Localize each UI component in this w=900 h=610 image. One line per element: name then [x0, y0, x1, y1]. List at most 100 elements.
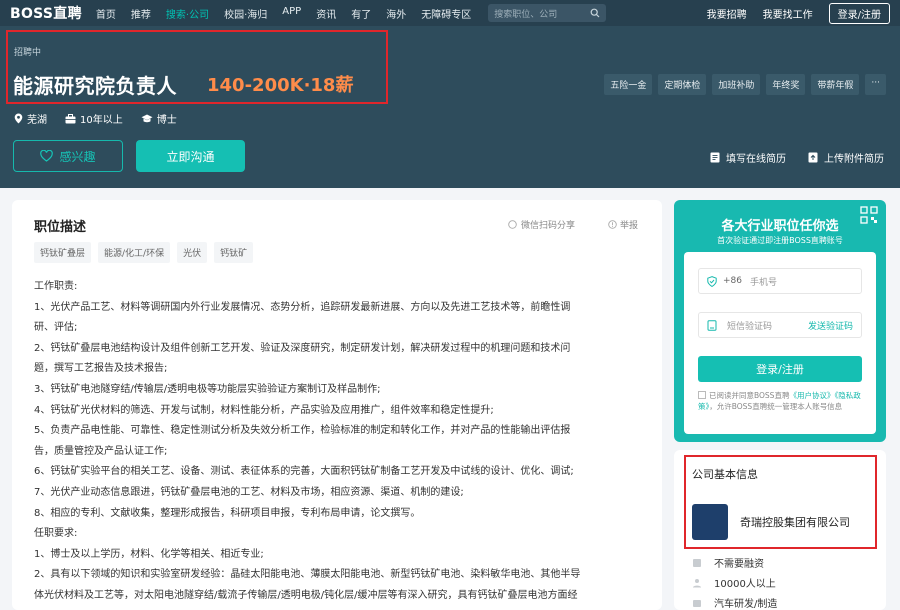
- size-text: 10000人以上: [714, 579, 776, 590]
- nav-item-search-company[interactable]: 搜索·公司: [166, 6, 209, 21]
- description-line: 研、评估;: [34, 322, 78, 334]
- job-meta: 芜湖 10年以上 博士: [14, 111, 195, 126]
- experience-text: 10年以上: [80, 115, 123, 126]
- nav-item-youle[interactable]: 有了: [351, 6, 371, 21]
- nav-item-overseas[interactable]: 海外: [386, 6, 406, 21]
- agree-checkbox[interactable]: [698, 391, 706, 399]
- shield-icon: [707, 275, 717, 287]
- sms-code-icon: [707, 319, 717, 331]
- description-line: 体光伏材料及工艺等，对太阳电池隧穿结/载流子传输层/透明电极/钝化层/缓冲层等有…: [34, 589, 578, 601]
- agreement-text: 已阅读并同意BOSS直聘《用户协议》《隐私政策》，允许BOSS直聘统一管理本人账…: [698, 390, 866, 412]
- login-register-button[interactable]: 登录/注册: [828, 2, 890, 24]
- description-line: 8、相应的专利、文献收集，整理形成报告，科研项目申报，专利布局申请，论文撰写。: [34, 507, 421, 519]
- benefit-tag: 五险一金: [604, 74, 653, 95]
- nav-item-home[interactable]: 首页: [96, 6, 116, 21]
- description-line: 2、具有以下领域的知识和实验室研发经验：晶硅太阳能电池、薄膜太阳能电池、新型钙钛…: [34, 569, 581, 581]
- search-icon[interactable]: [590, 8, 600, 18]
- graduation-cap-icon: [141, 114, 153, 122]
- company-size: 10000人以上: [692, 575, 776, 590]
- benefit-tag: 定期体检: [658, 74, 707, 95]
- phone-placeholder: 手机号: [750, 277, 778, 288]
- degree-text: 博士: [156, 115, 177, 126]
- people-icon: [693, 578, 701, 587]
- heart-icon: [40, 150, 54, 162]
- interested-button[interactable]: 感兴趣: [13, 140, 123, 172]
- description-line: 1、光伏产品工艺、材料等调研国内外行业发展情况、态势分析，追踪研发最新进展、方向…: [34, 301, 571, 313]
- login-form: +86 手机号 短信验证码 发送验证码 登录/注册 已阅读并同意BOSS直聘《用…: [684, 252, 876, 434]
- job-description-card: 职位描述 微信扫码分享 举报 钙钛矿叠层 能源/化工/环保 光伏 钙钛矿 工作职…: [12, 200, 662, 610]
- site-logo[interactable]: BOSS直聘: [10, 3, 82, 23]
- highlight-box-title: [6, 30, 388, 104]
- description-line: 告，质量管控及产品认证工作;: [34, 445, 168, 457]
- keyword-tag: 能源/化工/环保: [98, 242, 171, 263]
- resume-links: 填写在线简历 上传附件简历: [688, 150, 884, 165]
- briefcase-icon: [65, 113, 76, 123]
- recruit-link[interactable]: 我要招聘: [707, 6, 747, 21]
- search-input[interactable]: 搜索职位、公司: [488, 4, 607, 22]
- location-text: 芜湖: [27, 115, 47, 126]
- upload-resume-label: 上传附件简历: [824, 154, 884, 165]
- report-icon: [608, 220, 617, 229]
- upload-attachment-resume-link[interactable]: 上传附件简历: [808, 150, 884, 165]
- description-line: 任职要求:: [34, 528, 78, 540]
- job-degree: 博士: [141, 111, 177, 126]
- description-line: 1、博士及以上学历，材料、化学等相关、相近专业;: [34, 548, 264, 560]
- financing-icon: [693, 558, 701, 567]
- user-agreement-link[interactable]: 《用户协议》: [789, 391, 834, 400]
- share-icon: [508, 220, 517, 229]
- search-placeholder: 搜索职位、公司: [494, 9, 558, 20]
- send-code-button[interactable]: 发送验证码: [808, 319, 853, 332]
- industry-icon: [693, 599, 701, 607]
- more-benefits-button[interactable]: ···: [865, 74, 886, 95]
- job-experience: 10年以上: [65, 111, 123, 126]
- upload-resume-icon: [808, 152, 818, 163]
- benefit-tag: 年终奖: [766, 74, 806, 95]
- login-submit-button[interactable]: 登录/注册: [698, 356, 862, 382]
- description-line: 7、光伏产业动态信息跟进，钙钛矿叠层电池的工艺、材料及市场，相应资源、渠道、机制…: [34, 486, 464, 498]
- chat-now-button[interactable]: 立即沟通: [136, 140, 245, 172]
- section-title-description: 职位描述: [34, 220, 87, 235]
- login-card: 各大行业职位任你选 首次验证通过即注册BOSS直聘账号 +86 手机号 短信验证…: [674, 200, 886, 442]
- benefit-tags: 五险一金 定期体检 加班补助 年终奖 带薪年假 ···: [598, 74, 886, 95]
- industry-text: 汽车研发/制造: [714, 599, 778, 610]
- interested-label: 感兴趣: [59, 149, 96, 164]
- find-job-link[interactable]: 我要找工作: [763, 6, 813, 21]
- benefit-tag: 加班补助: [712, 74, 761, 95]
- keyword-tag: 钙钛矿: [214, 242, 254, 263]
- keyword-tag: 光伏: [177, 242, 208, 263]
- share-label: 微信扫码分享: [521, 221, 576, 231]
- report-label: 举报: [620, 221, 639, 231]
- job-description-text: 工作职责: 1、光伏产品工艺、材料等调研国内外行业发展情况、态势分析，追踪研发最…: [34, 277, 650, 607]
- description-line: 2、钙钛矿叠层电池结构设计及组件创新工艺开发、验证及深度研究，制定研发计划，解决…: [34, 342, 571, 354]
- fill-online-resume-link[interactable]: 填写在线简历: [710, 150, 786, 165]
- fill-resume-label: 填写在线简历: [726, 154, 786, 165]
- description-line: 工作职责:: [34, 281, 78, 292]
- phone-field[interactable]: +86 手机号: [698, 268, 862, 294]
- nav-menu: 首页 推荐 搜索·公司 校园·海归 APP 资讯 有了 海外 无障碍专区: [96, 6, 486, 21]
- job-location: 芜湖: [14, 111, 47, 126]
- keyword-tags: 钙钛矿叠层 能源/化工/环保 光伏 钙钛矿: [34, 242, 260, 263]
- report-button[interactable]: 举报: [608, 218, 638, 231]
- edit-resume-icon: [710, 152, 720, 163]
- wechat-share-button[interactable]: 微信扫码分享: [508, 218, 575, 231]
- sms-code-placeholder: 短信验证码: [727, 321, 773, 332]
- highlight-box-company: [684, 455, 877, 549]
- description-line: 3、钙钛矿电池隧穿结/传输层/透明电极等功能层实验验证方案制订及样品制作;: [34, 383, 381, 395]
- sms-code-field[interactable]: 短信验证码 发送验证码: [698, 312, 862, 338]
- nav-right: 我要招聘 我要找工作 登录/注册: [691, 0, 890, 26]
- nav-item-accessibility[interactable]: 无障碍专区: [421, 6, 471, 21]
- nav-item-campus[interactable]: 校园·海归: [224, 6, 267, 21]
- login-card-title: 各大行业职位任你选: [721, 219, 839, 234]
- benefit-tag: 带薪年假: [811, 74, 860, 95]
- description-line: 6、钙钛矿实验平台的相关工艺、设备、测试、表征体系的完善，大面积钙钛矿制备工艺开…: [34, 466, 574, 478]
- location-pin-icon: [14, 113, 23, 124]
- country-code-select[interactable]: +86: [723, 276, 742, 286]
- nav-item-app[interactable]: APP: [282, 6, 301, 21]
- description-line: 题，撰写工艺报告及技术报告;: [34, 363, 168, 375]
- top-nav: BOSS直聘 首页 推荐 搜索·公司 校园·海归 APP 资讯 有了 海外 无障…: [0, 0, 900, 26]
- financing-text: 不需要融资: [714, 559, 764, 570]
- nav-item-news[interactable]: 资讯: [316, 6, 336, 21]
- nav-item-recommend[interactable]: 推荐: [131, 6, 151, 21]
- agree-suffix: ，允许BOSS直聘统一管理本人账号信息: [709, 402, 843, 411]
- agree-prefix: 已阅读并同意BOSS直聘: [709, 391, 790, 400]
